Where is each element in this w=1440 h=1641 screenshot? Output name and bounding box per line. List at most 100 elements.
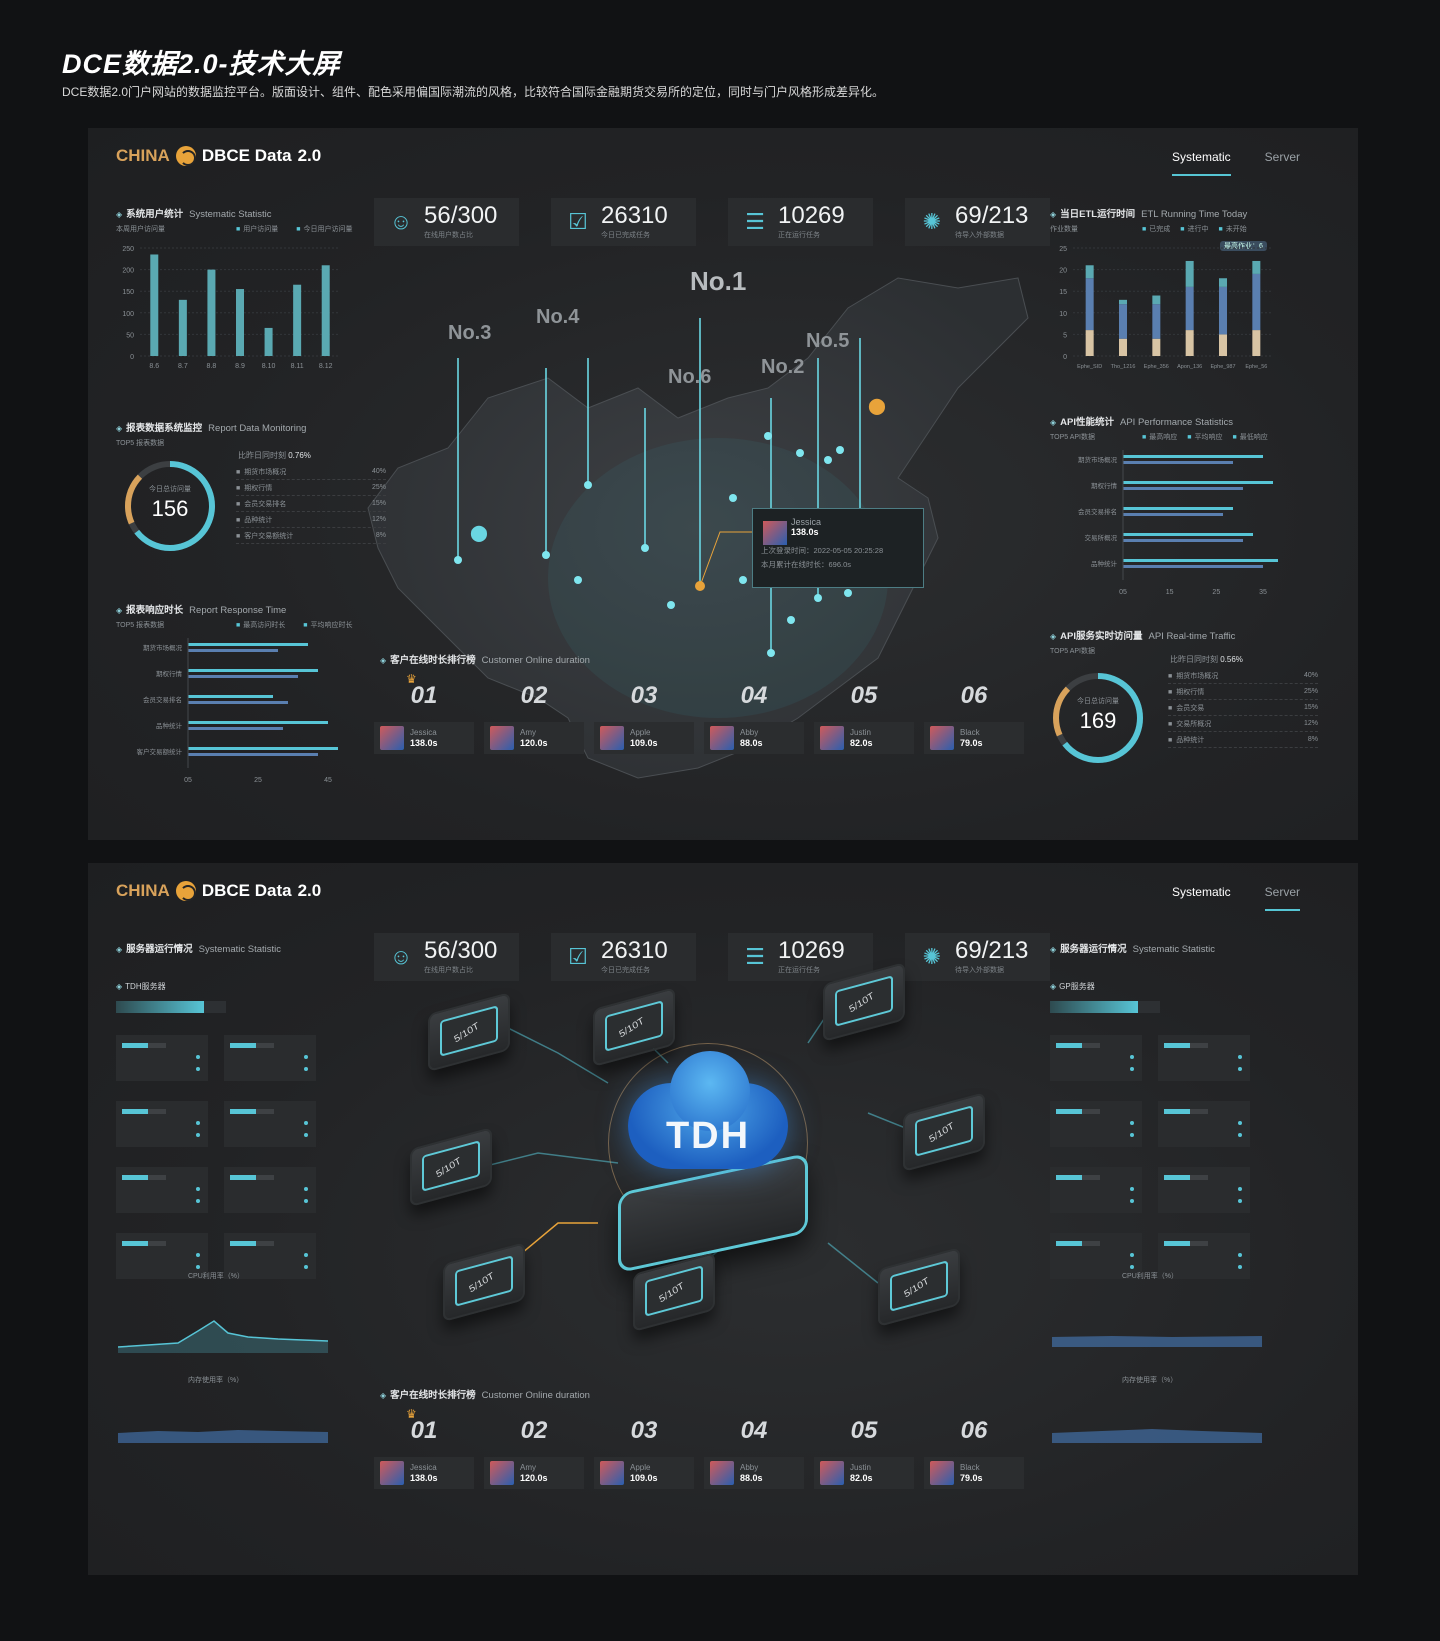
- ring-caption: 今日总访问量: [1077, 698, 1119, 705]
- panel-subtitle: TOP5 报表数据: [116, 440, 165, 447]
- rank-item[interactable]: 02 Amy 120.0s: [484, 682, 584, 774]
- tdh-cluster[interactable]: TDH: [608, 1043, 808, 1283]
- rank-item[interactable]: ♛ 01 Jessica 138.0s: [374, 672, 474, 774]
- location-pin-icon[interactable]: ⬤: [868, 396, 886, 416]
- rank-item[interactable]: 02 Amy 120.0s: [484, 1417, 584, 1509]
- rank-card: Jessica 138.0s: [374, 1457, 474, 1489]
- server-node-card[interactable]: [1158, 1167, 1250, 1213]
- rank-item[interactable]: 04 Abby 88.0s: [704, 1417, 804, 1509]
- memory-area-chart: [1052, 1429, 1262, 1443]
- x-tick-label: 8.11: [291, 363, 304, 370]
- pct-row: 期权行情 25%: [1168, 684, 1318, 700]
- server-node-card[interactable]: [116, 1035, 208, 1081]
- map-marker-no2[interactable]: No.2: [761, 356, 804, 379]
- rank-item[interactable]: 06 Black 79.0s: [924, 682, 1024, 774]
- x-tick-label: 05: [184, 777, 192, 784]
- bar-segment: [1119, 304, 1127, 339]
- dashboard-systematic: No.3 No.4 No.1 No.6 No.2 No.5 ⬤ ⬤ Jessic…: [88, 128, 1358, 840]
- server-node-card[interactable]: [1158, 1101, 1250, 1147]
- location-pin-icon[interactable]: ⬤: [470, 523, 488, 543]
- map-marker-no5[interactable]: No.5: [806, 330, 849, 353]
- rank-card: Amy 120.0s: [484, 1457, 584, 1489]
- list-icon: ☰: [745, 209, 765, 234]
- popup-last-login: 上次登录时间：2022-05-05 20:25:28: [761, 546, 884, 555]
- kpi-value: 69/213: [955, 202, 1029, 229]
- kpi-online-users: ☺ 56/300 在线用户数占比: [374, 198, 519, 246]
- server-node-card[interactable]: [224, 1035, 316, 1081]
- brand-version: 2.0: [297, 146, 322, 165]
- popup-time: 138.0s: [791, 527, 819, 537]
- bar: [236, 289, 244, 356]
- server-node-card[interactable]: [224, 1101, 316, 1147]
- bar: [188, 675, 298, 678]
- legend: 已完成进行中未开始: [1142, 224, 1246, 234]
- bar-segment: [1152, 304, 1161, 339]
- rank-name: Jessica: [410, 727, 437, 737]
- rank-card: Justin 82.0s: [814, 1457, 914, 1489]
- pct-label: 交易所概况: [1168, 719, 1211, 729]
- rank-name: Justin: [850, 1462, 871, 1472]
- rank-time: 82.0s: [850, 1472, 873, 1483]
- map-marker-no4[interactable]: No.4: [536, 306, 579, 329]
- server-node-card[interactable]: [116, 1101, 208, 1147]
- rank-name: Abby: [740, 1462, 759, 1472]
- server-node-card[interactable]: [1050, 1101, 1142, 1147]
- map-marker-no6[interactable]: No.6: [668, 366, 711, 389]
- top-tabs: Systematic Server: [1171, 150, 1300, 176]
- bar-segment: [1219, 334, 1227, 356]
- y-tick-label: 25: [1059, 246, 1067, 253]
- server-capacity-bar: [1050, 1001, 1160, 1013]
- rank-item[interactable]: 04 Abby 88.0s: [704, 682, 804, 774]
- ring-value: 169: [1079, 708, 1117, 733]
- rank-time: 120.0s: [520, 1472, 548, 1483]
- crown-icon: ♛: [406, 1407, 417, 1421]
- rank-time: 138.0s: [410, 1472, 438, 1483]
- loading-icon: ✺: [922, 209, 942, 234]
- server-node-card[interactable]: [116, 1167, 208, 1213]
- rank-time: 109.0s: [630, 737, 658, 748]
- rank-item[interactable]: 05 Justin 82.0s: [814, 682, 914, 774]
- rank-number: 01: [410, 1417, 438, 1444]
- rank-number: 02: [520, 682, 548, 709]
- server-node-card[interactable]: [224, 1167, 316, 1213]
- cpu-area-chart: [118, 1320, 328, 1353]
- bar: [1123, 533, 1253, 536]
- map-marker-no3[interactable]: No.3: [448, 322, 491, 345]
- rank-item[interactable]: 06 Black 79.0s: [924, 1417, 1024, 1509]
- bar-segment: [1085, 265, 1094, 279]
- bar-segment: [1219, 286, 1227, 335]
- row-label: 交易所概况: [1085, 533, 1118, 542]
- x-tick-label: 8.12: [319, 363, 333, 370]
- bar-segment: [1085, 278, 1094, 331]
- server-node-card[interactable]: [1050, 1035, 1142, 1081]
- traffic-pct-list: 期货市场概况 40% 期权行情 25% 会员交易 15% 交易所概况 12% 品种统计 8%: [1168, 668, 1318, 748]
- pct-value: 12%: [1303, 720, 1318, 727]
- pct-label: 期货市场概况: [236, 467, 286, 477]
- panel-title-response-time: 报表响应时长Report Response Time: [116, 602, 286, 616]
- popup-name: Jessica: [791, 517, 822, 527]
- bar-segment: [1185, 330, 1194, 356]
- x-tick-label: Ephe_56: [1245, 364, 1267, 370]
- pct-row: 客户交易额统计 8%: [236, 528, 386, 544]
- map-marker-no1[interactable]: No.1: [690, 266, 746, 297]
- rank-card: Black 79.0s: [924, 722, 1024, 754]
- rank-item[interactable]: ♛ 01 Jessica 138.0s: [374, 1407, 474, 1509]
- bar: [1123, 455, 1263, 458]
- tab-server[interactable]: Server: [1265, 150, 1300, 176]
- bar-segment: [1252, 260, 1261, 274]
- rank-number: 04: [740, 1417, 768, 1444]
- rank-name: Justin: [850, 727, 871, 737]
- ranking-list: ♛ 01 Jessica 138.0s 02 Amy 120.0s 03 Apple 109.0s…: [374, 672, 1024, 774]
- x-tick-label: Ephe_SID: [1077, 364, 1102, 370]
- server-node-card[interactable]: [1158, 1035, 1250, 1081]
- server-node-card[interactable]: [1050, 1167, 1142, 1213]
- rank-item[interactable]: 03 Apple 109.0s: [594, 1417, 694, 1509]
- user-bar-chart: 0 50 100 150 200 250 8.6 8.7 8.8 8.9 8.10 8.11 8.12: [122, 246, 340, 370]
- tab-systematic[interactable]: Systematic: [1171, 150, 1231, 176]
- avatar: [490, 726, 514, 750]
- rank-name: Apple: [630, 1462, 651, 1472]
- rank-item[interactable]: 05 Justin 82.0s: [814, 1417, 914, 1509]
- panel-title-report-monitoring: 报表数据系统监控Report Data Monitoring: [116, 420, 306, 434]
- crown-icon: ♛: [406, 672, 417, 686]
- rank-item[interactable]: 03 Apple 109.0s: [594, 682, 694, 774]
